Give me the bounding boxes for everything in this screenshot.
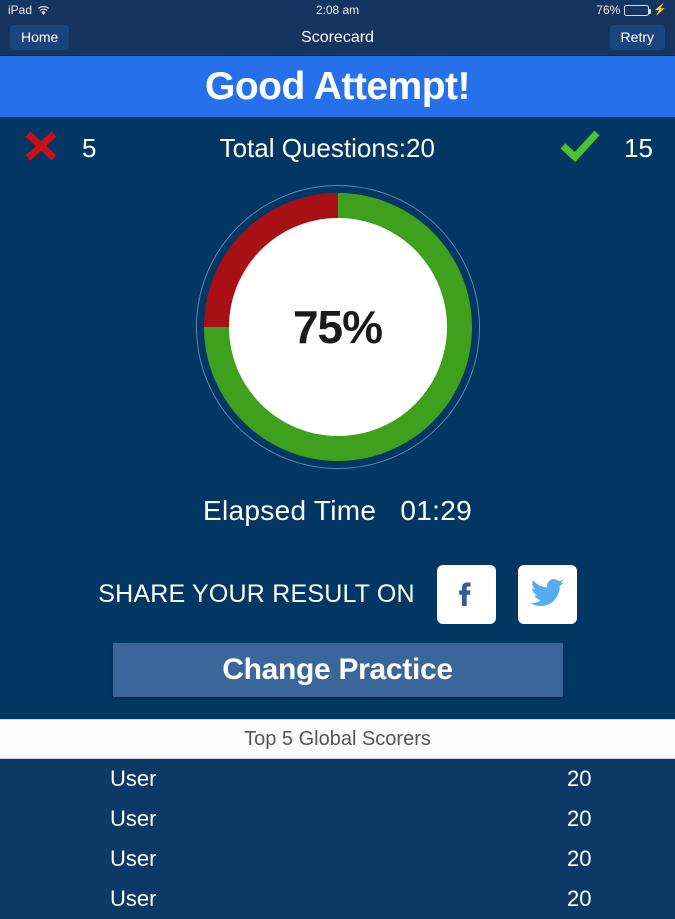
- navigation-bar: Home Scorecard Retry: [0, 20, 675, 56]
- score-donut-chart: 75%: [195, 185, 480, 469]
- stats-summary-row: 5 Total Questions:20 15: [0, 117, 675, 179]
- leaderboard-list: User 20 User 20 User 20 User 20: [0, 759, 675, 919]
- leaderboard-row: User 20: [0, 759, 675, 799]
- incorrect-stat-group: 5: [22, 127, 96, 170]
- leaderboard-user-name: User: [110, 806, 157, 831]
- status-bar-right: 76% ⚡: [596, 3, 667, 17]
- elapsed-time-label: Elapsed Time: [203, 495, 377, 526]
- check-mark-icon: [558, 127, 602, 170]
- leaderboard-user-score: 20: [567, 806, 592, 831]
- leaderboard-header: Top 5 Global Scorers: [0, 719, 675, 759]
- elapsed-time-row: Elapsed Time 01:29: [0, 495, 675, 527]
- device-name-label: iPad: [8, 3, 33, 17]
- retry-button[interactable]: Retry: [609, 24, 665, 51]
- lightning-bolt-icon: ⚡: [653, 3, 667, 16]
- leaderboard-user-score: 20: [567, 766, 592, 791]
- twitter-share-button[interactable]: [517, 565, 577, 624]
- twitter-icon: [529, 577, 565, 612]
- result-banner-text: Good Attempt!: [205, 64, 471, 108]
- change-practice-button[interactable]: Change Practice: [112, 643, 563, 697]
- cta-container: Change Practice: [0, 643, 675, 697]
- x-mark-icon: [22, 127, 60, 170]
- correct-stat-group: 15: [558, 127, 653, 170]
- donut-center-hole: 75%: [228, 218, 447, 436]
- status-bar-clock: 2:08 am: [315, 3, 360, 17]
- page-title: Scorecard: [301, 28, 374, 46]
- facebook-icon: [449, 576, 483, 613]
- leaderboard-row: User 20: [0, 879, 675, 919]
- battery-percent-label: 76%: [596, 3, 621, 17]
- score-percent-label: 75%: [292, 301, 383, 353]
- leaderboard-user-score: 20: [567, 886, 592, 911]
- battery-icon: [624, 4, 652, 16]
- ios-status-bar: iPad 2:08 am 76% ⚡: [0, 0, 675, 20]
- wifi-icon: [37, 5, 50, 16]
- leaderboard-user-name: User: [110, 766, 157, 791]
- incorrect-count: 5: [82, 132, 97, 163]
- leaderboard-user-name: User: [110, 846, 157, 871]
- total-questions-label: Total Questions:20: [219, 132, 435, 163]
- leaderboard-row: User 20: [0, 799, 675, 839]
- elapsed-time-value: 01:29: [400, 495, 472, 526]
- share-row: SHARE YOUR RESULT ON: [0, 565, 675, 624]
- result-banner: Good Attempt!: [0, 56, 675, 117]
- share-label: SHARE YOUR RESULT ON: [98, 580, 415, 608]
- home-button[interactable]: Home: [10, 24, 70, 51]
- correct-count: 15: [624, 132, 653, 163]
- leaderboard-user-name: User: [110, 886, 157, 911]
- facebook-share-button[interactable]: [436, 565, 496, 624]
- score-chart-container: 75%: [0, 179, 675, 469]
- status-bar-left: iPad: [8, 3, 50, 17]
- leaderboard-user-score: 20: [567, 846, 592, 871]
- leaderboard-row: User 20: [0, 839, 675, 879]
